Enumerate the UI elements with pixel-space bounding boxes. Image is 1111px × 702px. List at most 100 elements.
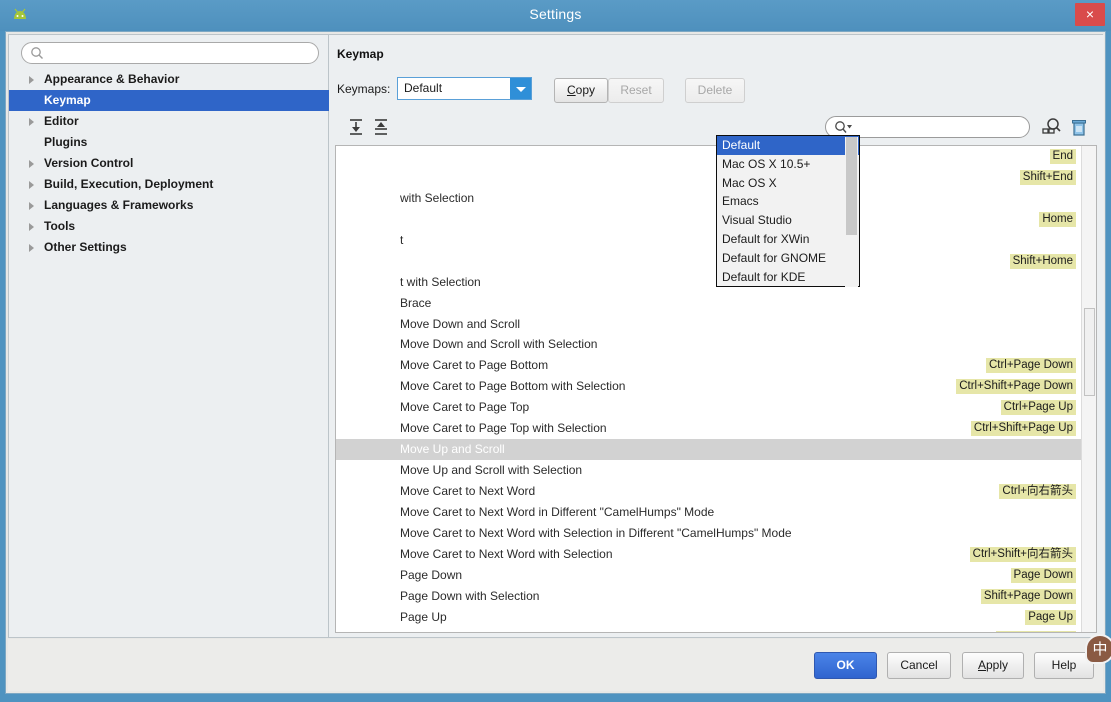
keymap-row[interactable]: Page Down with Selection Shift+Page Down bbox=[336, 586, 1082, 607]
keymap-action-name: t with Selection bbox=[400, 274, 481, 289]
keymap-shortcut-badge: Ctrl+Shift+Page Down bbox=[956, 379, 1076, 395]
keymap-row[interactable]: End bbox=[336, 146, 1082, 167]
sidebar-item-tools[interactable]: Tools bbox=[9, 216, 329, 237]
keymap-shortcut-badge: Shift+Page Up bbox=[995, 630, 1076, 632]
delete-button: Delete bbox=[685, 78, 745, 103]
chevron-right-icon[interactable] bbox=[29, 76, 34, 84]
cancel-button[interactable]: Cancel bbox=[887, 652, 951, 679]
keymap-row[interactable]: Move Down and Scroll with Selection bbox=[336, 334, 1082, 355]
sidebar-item-editor[interactable]: Editor bbox=[9, 111, 329, 132]
copy-button[interactable]: Copy bbox=[554, 78, 608, 103]
keymap-row[interactable]: Shift+Home bbox=[336, 251, 1082, 272]
trash-icon[interactable] bbox=[1067, 115, 1091, 139]
find-by-shortcut-icon[interactable] bbox=[1040, 115, 1064, 139]
keymap-row[interactable]: with Selection bbox=[336, 188, 1082, 209]
dropdown-scrollbar-thumb[interactable] bbox=[846, 137, 857, 235]
keymap-action-name: Move Caret to Page Top with Selection bbox=[400, 421, 607, 436]
keymap-row[interactable]: Move Caret to Next Word Ctrl+向右箭头 bbox=[336, 481, 1082, 502]
ok-button[interactable]: OK bbox=[814, 652, 877, 679]
sidebar-item-plugins[interactable]: Plugins bbox=[9, 132, 329, 153]
keymap-row[interactable]: Move Up and Scroll with Selection bbox=[336, 460, 1082, 481]
keymap-dropdown-popup[interactable]: Default Mac OS X 10.5+ Mac OS X Emacs Visual… bbox=[716, 135, 860, 287]
keymap-row[interactable]: Move Caret to Next Word in Different "Ca… bbox=[336, 502, 1082, 523]
sidebar-item-build-execution-deployment[interactable]: Build, Execution, Deployment bbox=[9, 174, 329, 195]
keymap-row[interactable]: Move Caret to Page Bottom Ctrl+Page Down bbox=[336, 355, 1082, 376]
keymap-action-name: Page Up bbox=[400, 609, 447, 624]
dropdown-scrollbar[interactable] bbox=[845, 137, 858, 287]
sidebar-item-appearance-behavior[interactable]: Appearance & Behavior bbox=[9, 69, 329, 90]
settings-window: Settings × Appearance & Behavior Keymap Ed… bbox=[0, 0, 1111, 702]
keymap-select[interactable]: Default bbox=[397, 77, 532, 100]
keymaps-label: Keymaps: bbox=[337, 82, 391, 96]
expand-all-icon[interactable] bbox=[344, 115, 368, 139]
sidebar-item-label: Version Control bbox=[44, 156, 134, 170]
sidebar-item-version-control[interactable]: Version Control bbox=[9, 153, 329, 174]
keymap-action-name: Move Caret to Next Word with Selection i… bbox=[400, 525, 792, 540]
keymap-action-name: Move Up and Scroll bbox=[400, 442, 505, 457]
sidebar-item-label: Build, Execution, Deployment bbox=[44, 177, 214, 191]
keymap-shortcut-badge: Shift+End bbox=[1019, 169, 1076, 185]
keymap-action-rows: End Shift+End with Selection Home t Shift+Hom… bbox=[336, 146, 1082, 632]
dropdown-option[interactable]: Emacs bbox=[717, 192, 859, 211]
keymap-row[interactable]: Move Caret to Page Bottom with Selection… bbox=[336, 376, 1082, 397]
keymap-row[interactable]: Move Caret to Page Top with Selection Ctr… bbox=[336, 418, 1082, 439]
chevron-right-icon[interactable] bbox=[29, 202, 34, 210]
chevron-right-icon[interactable] bbox=[29, 244, 34, 252]
keymap-row[interactable]: Move Up and Scroll bbox=[336, 439, 1082, 461]
keymap-row[interactable]: Page Up with Selection Shift+Page Up bbox=[336, 628, 1082, 632]
dropdown-option[interactable]: Default for KDE bbox=[717, 268, 859, 287]
dropdown-option[interactable]: Mac OS X 10.5+ bbox=[717, 155, 859, 174]
sidebar-item-other-settings[interactable]: Other Settings bbox=[9, 237, 329, 258]
title-bar: Settings × bbox=[0, 0, 1111, 31]
keymap-action-name: Move Caret to Next Word with Selection bbox=[400, 546, 613, 561]
apply-button[interactable]: Apply bbox=[962, 652, 1024, 679]
keymap-action-name: with Selection bbox=[400, 190, 475, 205]
keymap-shortcut-badge: End bbox=[1049, 149, 1076, 164]
scrollbar-thumb[interactable] bbox=[1084, 308, 1095, 396]
keymap-panel: Keymap Keymaps: Default Copy Reset Delete bbox=[330, 35, 1104, 637]
chevron-right-icon[interactable] bbox=[29, 118, 34, 126]
chevron-right-icon[interactable] bbox=[29, 181, 34, 189]
keymap-row[interactable]: Page Up Page Up bbox=[336, 607, 1082, 628]
keymap-row[interactable]: Move Caret to Next Word with Selection Ct… bbox=[336, 544, 1082, 565]
keymap-row[interactable]: Move Caret to Page Top Ctrl+Page Up bbox=[336, 397, 1082, 418]
keymap-shortcut-badge: Home bbox=[1039, 211, 1076, 227]
chevron-right-icon[interactable] bbox=[29, 160, 34, 168]
chevron-down-icon[interactable] bbox=[510, 78, 531, 99]
dropdown-option[interactable]: Default for XWin bbox=[717, 230, 859, 249]
sidebar-item-keymap[interactable]: Keymap bbox=[9, 90, 329, 111]
sidebar-item-label: Keymap bbox=[44, 93, 91, 107]
dropdown-option[interactable]: Mac OS X bbox=[717, 174, 859, 193]
window-title: Settings bbox=[529, 6, 582, 22]
reset-button: Reset bbox=[608, 78, 664, 103]
keymap-action-name: Page Up with Selection bbox=[400, 628, 524, 632]
chevron-right-icon[interactable] bbox=[29, 223, 34, 231]
keymap-row[interactable]: Move Caret to Next Word with Selection i… bbox=[336, 523, 1082, 544]
list-vertical-scrollbar[interactable] bbox=[1081, 146, 1096, 632]
dialog-button-bar: OK Cancel Apply Help bbox=[8, 639, 1103, 691]
keymap-shortcut-badge: Shift+Page Down bbox=[980, 588, 1076, 604]
keymap-action-name: Page Down bbox=[400, 567, 463, 582]
keymap-row[interactable]: Move Down and Scroll bbox=[336, 314, 1082, 335]
keymap-row[interactable]: t with Selection bbox=[336, 272, 1082, 293]
sidebar-item-label: Editor bbox=[44, 114, 79, 128]
keymap-shortcut-badge: Page Up bbox=[1025, 609, 1076, 625]
dropdown-option[interactable]: Default for GNOME bbox=[717, 249, 859, 268]
dropdown-option[interactable]: Visual Studio bbox=[717, 211, 859, 230]
close-button[interactable]: × bbox=[1075, 3, 1105, 26]
settings-sidebar: Appearance & Behavior Keymap Editor Plugins… bbox=[9, 35, 329, 637]
keymap-row[interactable]: t bbox=[336, 230, 1082, 251]
sidebar-search-wrapper bbox=[21, 42, 319, 64]
keymap-shortcut-badge: Ctrl+Shift+Page Up bbox=[970, 421, 1076, 437]
keymap-shortcut-badge: Ctrl+向右箭头 bbox=[999, 484, 1076, 499]
keymap-row[interactable]: Page Down Page Down bbox=[336, 565, 1082, 586]
keymap-row[interactable]: Shift+End bbox=[336, 167, 1082, 188]
ime-indicator-badge[interactable]: 中 bbox=[1085, 634, 1111, 664]
dropdown-option[interactable]: Default bbox=[717, 136, 859, 155]
search-input[interactable] bbox=[21, 42, 319, 64]
sidebar-item-languages-frameworks[interactable]: Languages & Frameworks bbox=[9, 195, 329, 216]
keymap-select-value: Default bbox=[404, 81, 443, 95]
keymap-row[interactable]: Brace bbox=[336, 293, 1082, 314]
collapse-all-icon[interactable] bbox=[369, 115, 393, 139]
keymap-row[interactable]: Home bbox=[336, 209, 1082, 230]
